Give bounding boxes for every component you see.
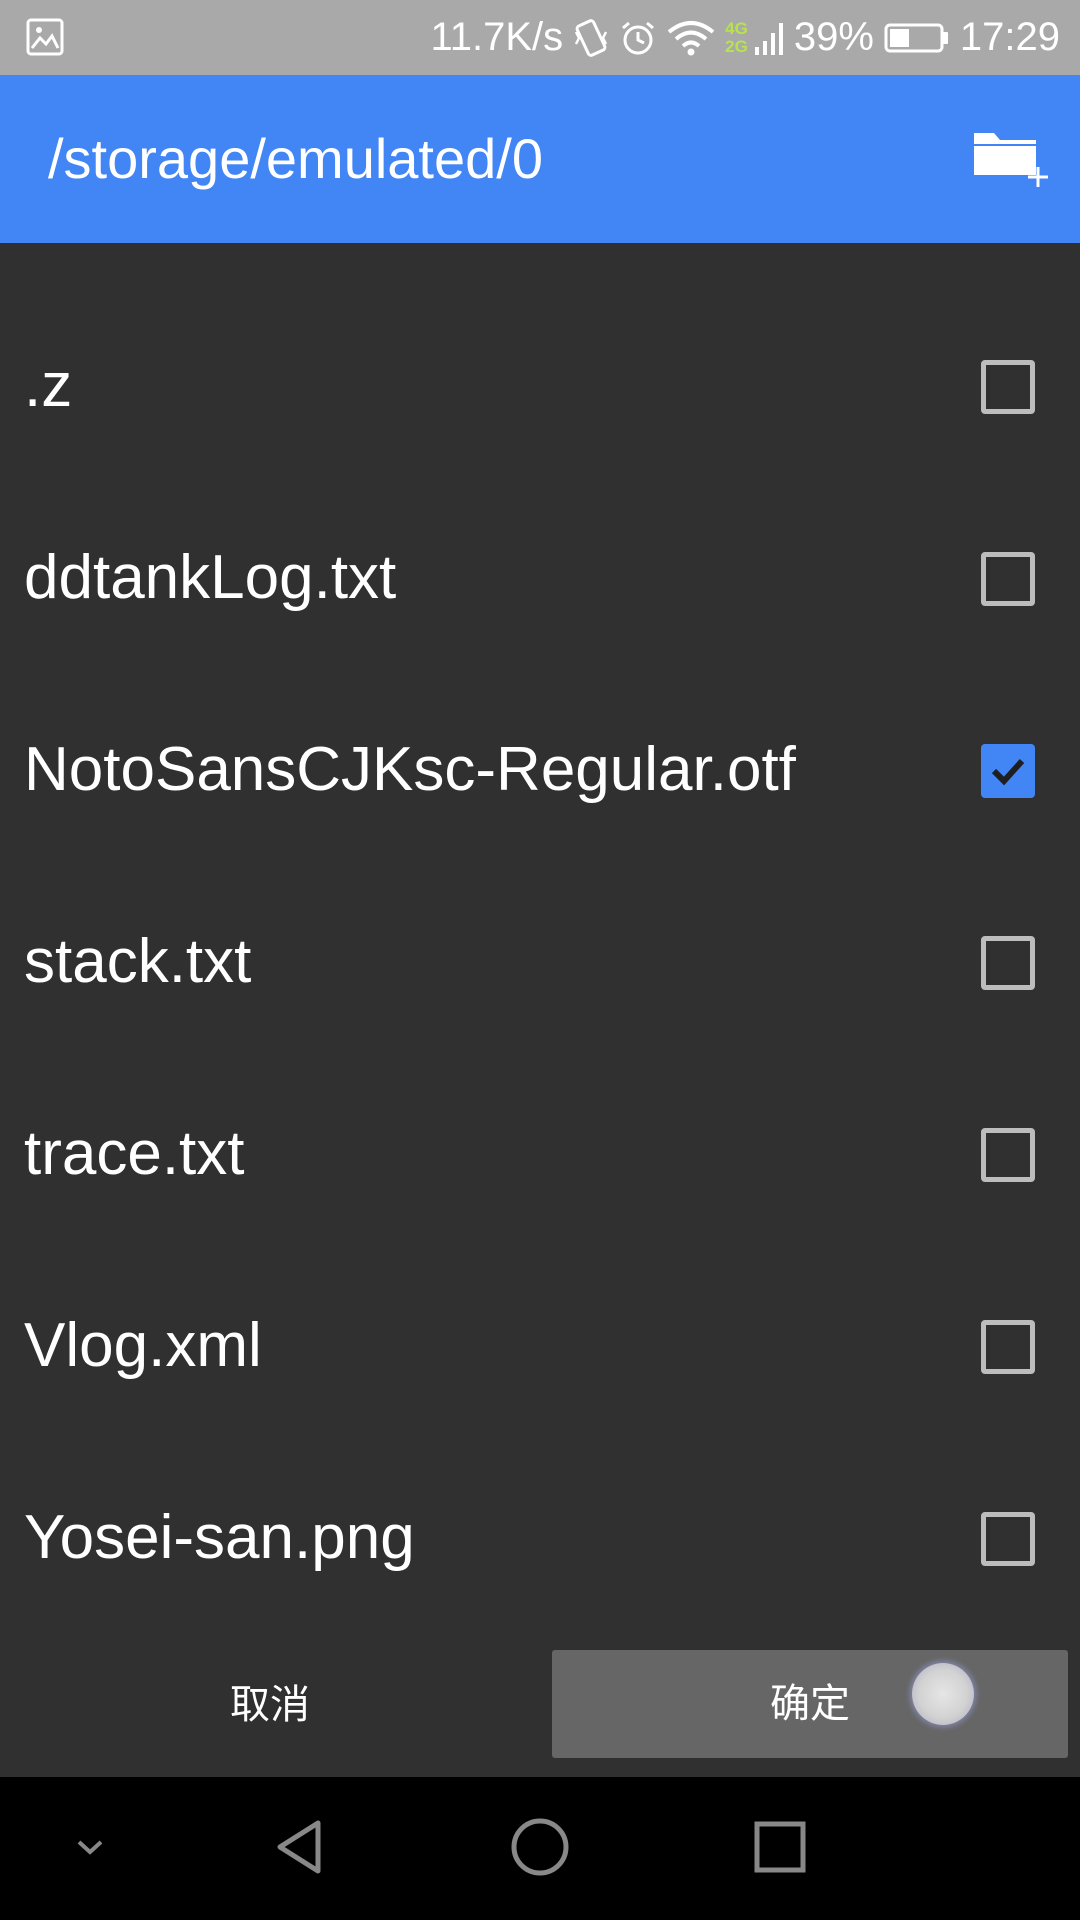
cancel-button[interactable]: 取消 — [0, 1650, 540, 1760]
alarm-icon — [619, 19, 657, 57]
collapse-button[interactable] — [40, 1777, 140, 1920]
battery-percent: 39% — [793, 15, 874, 59]
file-row[interactable]: Yosei-san.png — [0, 1442, 1080, 1634]
current-path-title: /storage/emulated/0 — [48, 127, 543, 190]
file-checkbox[interactable] — [981, 360, 1035, 414]
net-speed: 11.7K/s — [430, 15, 564, 59]
network-type-bottom: 2G — [725, 36, 748, 56]
cell-signal-icon — [754, 19, 784, 57]
file-checkbox[interactable] — [981, 552, 1035, 606]
new-folder-button[interactable] — [970, 125, 1050, 195]
home-button[interactable] — [480, 1777, 600, 1920]
file-name: stack.txt — [24, 927, 252, 996]
ok-button[interactable]: 确定 — [552, 1650, 1068, 1758]
file-row[interactable]: Vlog.xml — [0, 1250, 1080, 1442]
file-name: trace.txt — [24, 1119, 245, 1188]
recents-button[interactable] — [720, 1777, 840, 1920]
vibrate-icon — [573, 18, 609, 58]
file-checkbox[interactable] — [981, 936, 1035, 990]
recents-icon — [753, 1820, 807, 1878]
file-row[interactable]: trace.txt — [0, 1058, 1080, 1250]
file-row[interactable]: ddtankLog.txt — [0, 482, 1080, 674]
home-icon — [509, 1816, 571, 1882]
back-button[interactable] — [240, 1777, 360, 1920]
file-name: Yosei-san.png — [24, 1503, 415, 1572]
checkmark-icon — [991, 758, 1025, 786]
status-bar: 11.7K/s 4G 2G 39% 17:29 — [0, 0, 1080, 75]
toolbar: /storage/emulated/0 — [0, 75, 1080, 243]
file-row[interactable]: NotoSansCJKsc-Regular.otf — [0, 674, 1080, 866]
file-name: Vlog.xml — [24, 1311, 262, 1380]
touch-indicator — [912, 1663, 974, 1725]
file-checkbox[interactable] — [981, 1128, 1035, 1182]
file-row[interactable]: stack.txt — [0, 866, 1080, 1058]
battery-icon — [884, 22, 950, 54]
wifi-icon — [667, 20, 715, 56]
file-checkbox[interactable] — [981, 1512, 1035, 1566]
file-name: ddtankLog.txt — [24, 543, 397, 612]
clock: 17:29 — [959, 15, 1060, 59]
file-name: NotoSansCJKsc-Regular.otf — [24, 735, 796, 804]
file-name: .z — [24, 351, 73, 420]
image-notification-icon — [26, 18, 64, 56]
ok-button-label: 确定 — [770, 1681, 850, 1727]
collapse-chevron-icon — [75, 1837, 105, 1861]
file-list[interactable]: .z ddtankLog.txt NotoSansCJKsc-Regular.o… — [0, 243, 1080, 1640]
network-type-top: 4G — [725, 18, 748, 38]
navigation-bar — [0, 1777, 1080, 1920]
file-checkbox[interactable] — [981, 1320, 1035, 1374]
dialog-button-bar: 取消 确定 — [0, 1640, 1080, 1777]
back-icon — [270, 1817, 330, 1881]
network-type: 4G 2G — [725, 18, 748, 56]
new-folder-icon — [970, 133, 1050, 199]
file-row[interactable]: .z — [0, 290, 1080, 482]
file-checkbox[interactable] — [981, 744, 1035, 798]
